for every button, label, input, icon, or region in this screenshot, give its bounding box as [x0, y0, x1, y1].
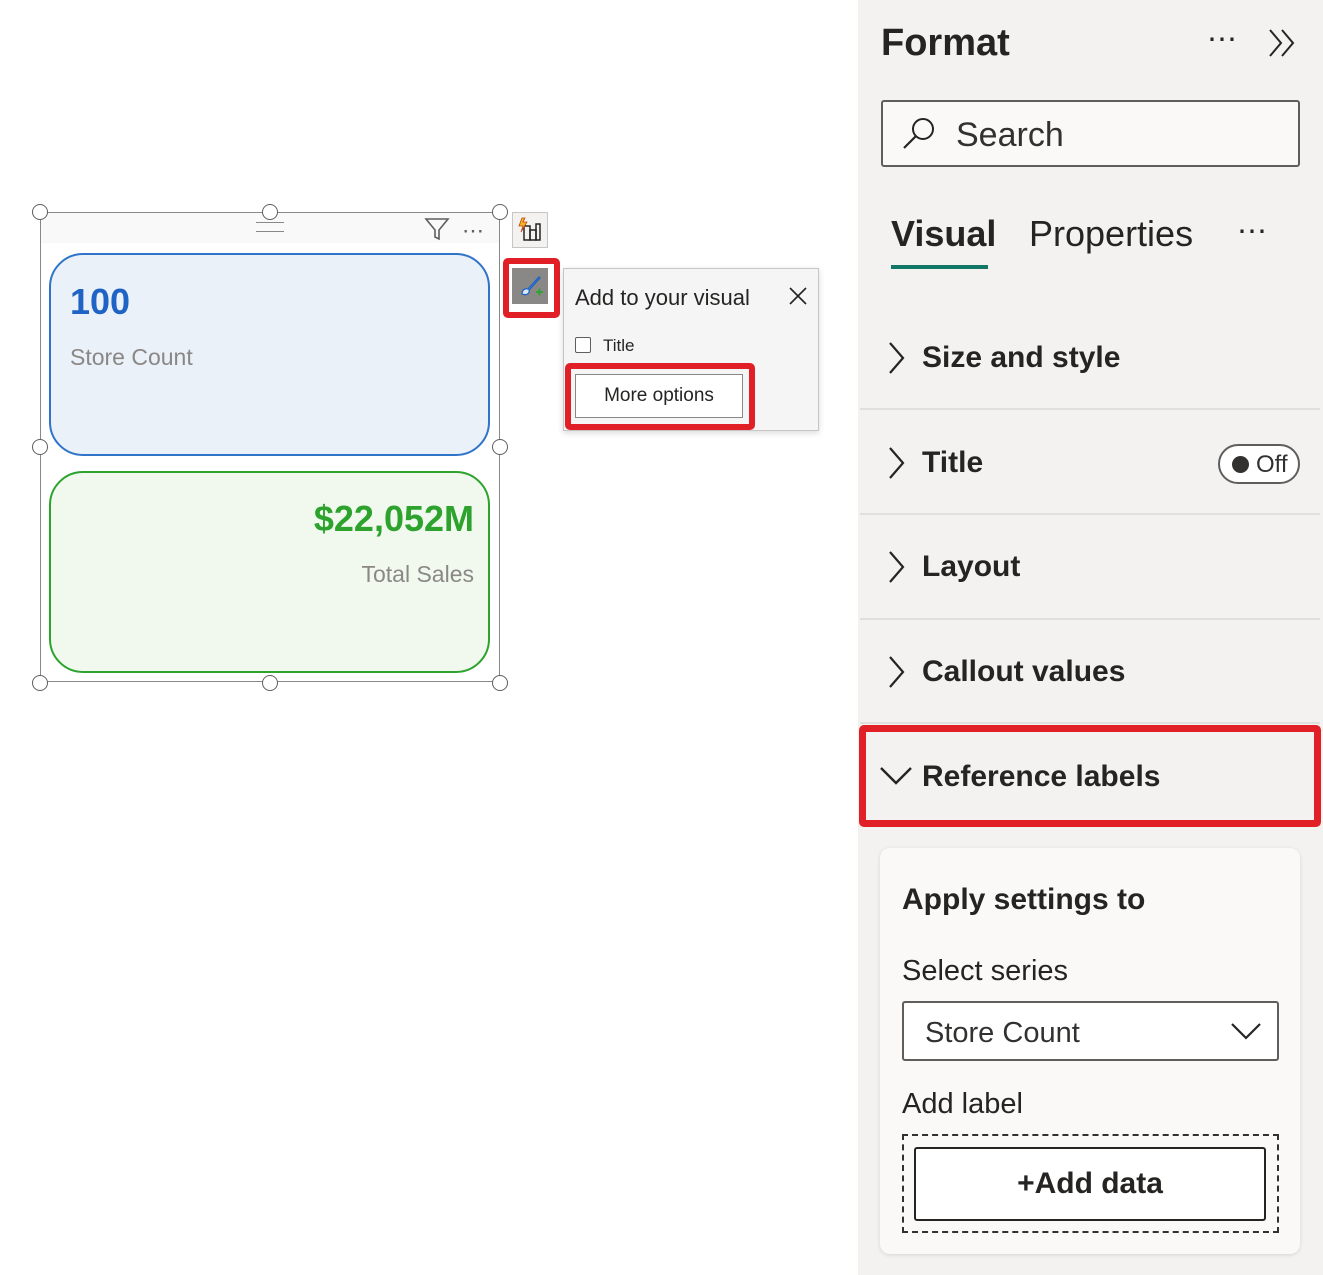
resize-handle-top-left[interactable]	[32, 204, 48, 220]
resize-handle-bottom-right[interactable]	[492, 675, 508, 691]
title-checkbox-label: Title	[603, 336, 635, 355]
reference-labels-highlight	[859, 725, 1321, 827]
resize-handle-left[interactable]	[32, 439, 48, 455]
resize-handle-top-right[interactable]	[492, 204, 508, 220]
drag-grip-icon[interactable]	[256, 222, 284, 232]
more-options-icon[interactable]: ⋯	[462, 218, 485, 244]
tab-properties[interactable]: Properties	[1029, 213, 1193, 255]
add-data-label: +Add data	[1017, 1167, 1163, 1200]
chevron-right-icon	[886, 445, 908, 486]
store-count-card[interactable]: 100 Store Count	[49, 253, 490, 456]
divider	[860, 722, 1320, 724]
toggle-label: Off	[1256, 451, 1288, 478]
chevron-right-icon	[886, 549, 908, 590]
title-toggle[interactable]: Off	[1218, 444, 1300, 484]
chevron-down-icon	[1230, 1021, 1262, 1046]
resize-handle-top[interactable]	[262, 204, 278, 220]
chevron-right-icon	[886, 654, 908, 695]
select-series-dropdown[interactable]: Store Count	[902, 1001, 1279, 1061]
section-label: Layout	[922, 550, 1021, 583]
title-checkbox[interactable]	[575, 337, 591, 353]
resize-handle-bottom-left[interactable]	[32, 675, 48, 691]
card-value: 100	[70, 281, 131, 322]
format-button-highlight	[503, 258, 560, 318]
more-options-highlight	[565, 363, 755, 430]
visual-suggestions-icon	[518, 217, 541, 241]
divider	[860, 618, 1320, 620]
filter-icon[interactable]	[424, 216, 450, 242]
apply-settings-heading: Apply settings to	[902, 883, 1146, 916]
tab-visual[interactable]: Visual	[891, 213, 996, 255]
search-icon	[901, 116, 937, 152]
resize-handle-bottom[interactable]	[262, 675, 278, 691]
add-label-heading: Add label	[902, 1088, 1023, 1120]
collapse-pane-icon[interactable]	[1266, 26, 1300, 60]
visual-suggestions-button[interactable]	[512, 212, 548, 248]
select-series-value: Store Count	[925, 1017, 1080, 1049]
card-value: $22,052M	[313, 498, 474, 539]
popup-title: Add to your visual	[575, 285, 750, 310]
section-label: Callout values	[922, 655, 1126, 688]
add-data-button[interactable]: +Add data	[914, 1147, 1266, 1221]
card-label: Store Count	[70, 344, 193, 370]
chevron-right-icon	[886, 340, 908, 381]
tab-visual-underline	[891, 265, 988, 269]
resize-handle-right[interactable]	[492, 439, 508, 455]
section-label: Size and style	[922, 341, 1121, 374]
close-icon[interactable]	[787, 285, 809, 307]
divider	[860, 408, 1320, 410]
search-placeholder: Search	[956, 116, 1064, 154]
pane-title: Format	[881, 22, 1010, 64]
section-label: Title	[922, 446, 984, 479]
card-label: Total Sales	[361, 561, 474, 587]
total-sales-card[interactable]: $22,052M Total Sales	[49, 471, 490, 673]
toggle-knob	[1232, 456, 1249, 473]
tabs-more-icon[interactable]: ⋯	[1237, 214, 1269, 249]
divider	[860, 513, 1320, 515]
search-box[interactable]: Search	[881, 100, 1300, 167]
select-series-label: Select series	[902, 955, 1069, 987]
pane-more-icon[interactable]: ⋯	[1207, 22, 1239, 57]
